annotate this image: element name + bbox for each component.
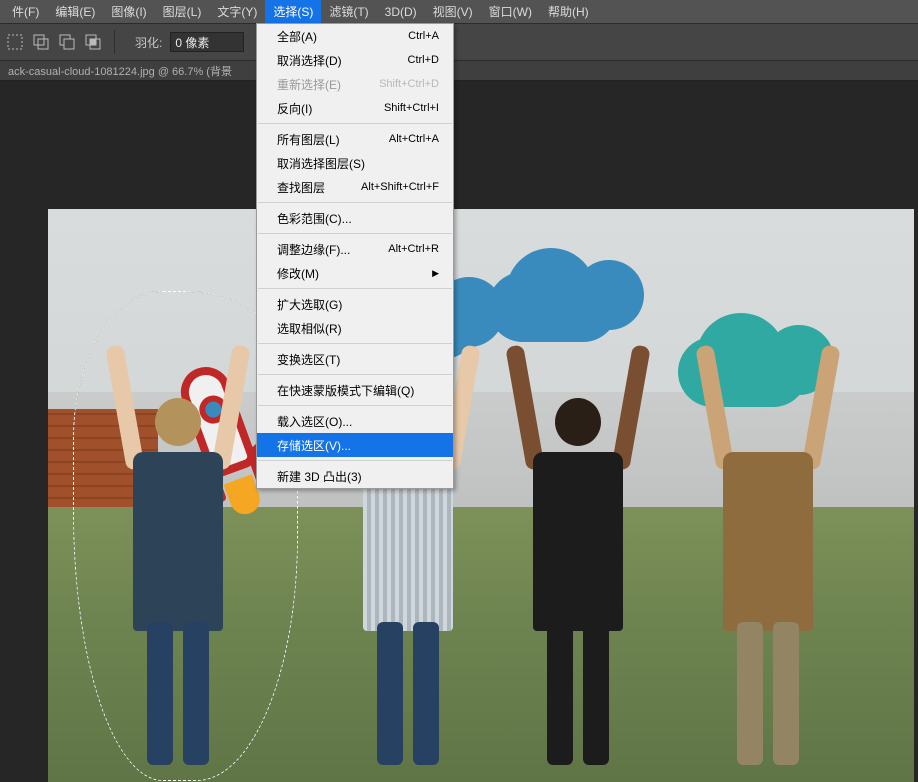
menu-item-shortcut: Ctrl+D: [408, 54, 439, 66]
selection-intersect-icon[interactable]: [82, 31, 104, 53]
menu-item-label: 新建 3D 凸出(3): [277, 468, 439, 485]
menu-item-label: 全部(A): [277, 28, 408, 45]
menu-item-shortcut: Shift+Ctrl+I: [384, 102, 439, 114]
menu-layer[interactable]: 图层(L): [155, 0, 210, 24]
image-person: [708, 318, 828, 765]
menu-window[interactable]: 窗口(W): [481, 0, 540, 24]
menu-item[interactable]: 取消选择(D)Ctrl+D: [257, 48, 453, 72]
menu-item-label: 调整边缘(F)...: [277, 241, 388, 258]
menu-item-label: 反向(I): [277, 100, 384, 117]
menu-filter[interactable]: 滤镜(T): [321, 0, 376, 24]
menu-item-label: 载入选区(O)...: [277, 413, 439, 430]
menu-item[interactable]: 全部(A)Ctrl+A: [257, 24, 453, 48]
menu-3d[interactable]: 3D(D): [377, 1, 425, 23]
workspace: [0, 81, 918, 782]
menu-item[interactable]: 取消选择图层(S): [257, 151, 453, 175]
menu-item[interactable]: 反向(I)Shift+Ctrl+I: [257, 96, 453, 120]
menu-item-shortcut: Shift+Ctrl+D: [379, 78, 439, 90]
menu-item: 重新选择(E)Shift+Ctrl+D: [257, 72, 453, 96]
menu-item[interactable]: 查找图层Alt+Shift+Ctrl+F: [257, 175, 453, 199]
image-person: [518, 318, 638, 765]
menu-item[interactable]: 新建 3D 凸出(3): [257, 464, 453, 488]
menu-image[interactable]: 图像(I): [103, 0, 154, 24]
menu-item-label: 存储选区(V)...: [277, 437, 439, 454]
menu-item-label: 所有图层(L): [277, 131, 389, 148]
canvas[interactable]: [48, 209, 914, 782]
menu-item[interactable]: 在快速蒙版模式下编辑(Q): [257, 378, 453, 402]
selection-subtract-icon[interactable]: [56, 31, 78, 53]
menu-item-label: 取消选择(D): [277, 52, 408, 69]
menu-item[interactable]: 所有图层(L)Alt+Ctrl+A: [257, 127, 453, 151]
menu-type[interactable]: 文字(Y): [209, 0, 265, 24]
menu-edit[interactable]: 编辑(E): [47, 0, 103, 24]
separator: [114, 30, 115, 54]
menu-item[interactable]: 存储选区(V)...: [257, 433, 453, 457]
menu-item[interactable]: 载入选区(O)...: [257, 409, 453, 433]
menu-item-shortcut: Alt+Ctrl+R: [388, 243, 439, 255]
menubar: 件(F) 编辑(E) 图像(I) 图层(L) 文字(Y) 选择(S) 滤镜(T)…: [0, 0, 918, 23]
menu-item-shortcut: Alt+Ctrl+A: [389, 133, 439, 145]
menu-help[interactable]: 帮助(H): [540, 0, 597, 24]
menu-item-shortcut: Ctrl+A: [408, 30, 439, 42]
menu-view[interactable]: 视图(V): [425, 0, 481, 24]
menu-item[interactable]: 修改(M): [257, 261, 453, 285]
menu-item-label: 扩大选取(G): [277, 296, 439, 313]
selection-new-icon[interactable]: [4, 31, 26, 53]
menu-item-label: 变换选区(T): [277, 351, 439, 368]
menu-item-label: 查找图层: [277, 179, 361, 196]
menu-item-label: 色彩范围(C)...: [277, 210, 439, 227]
menu-item[interactable]: 选取相似(R): [257, 316, 453, 340]
select-menu-dropdown: 全部(A)Ctrl+A取消选择(D)Ctrl+D重新选择(E)Shift+Ctr…: [256, 23, 454, 489]
menu-item-label: 在快速蒙版模式下编辑(Q): [277, 382, 439, 399]
menu-file[interactable]: 件(F): [4, 0, 47, 24]
menu-item[interactable]: 扩大选取(G): [257, 292, 453, 316]
menu-item-label: 重新选择(E): [277, 76, 379, 93]
menu-item-label: 选取相似(R): [277, 320, 439, 337]
menu-item[interactable]: 色彩范围(C)...: [257, 206, 453, 230]
feather-label: 羽化:: [135, 34, 162, 51]
menu-item-label: 修改(M): [277, 265, 426, 282]
options-bar: 羽化: 0 像素: [0, 23, 918, 61]
menu-item[interactable]: 变换选区(T): [257, 347, 453, 371]
menu-item-label: 取消选择图层(S): [277, 155, 439, 172]
selection-add-icon[interactable]: [30, 31, 52, 53]
menu-select[interactable]: 选择(S): [265, 0, 321, 24]
menu-item[interactable]: 调整边缘(F)...Alt+Ctrl+R: [257, 237, 453, 261]
document-tab-bar: ack-casual-cloud-1081224.jpg @ 66.7% (背景: [0, 61, 918, 81]
feather-input[interactable]: 0 像素: [170, 32, 244, 52]
menu-item-shortcut: Alt+Shift+Ctrl+F: [361, 181, 439, 193]
document-tab[interactable]: ack-casual-cloud-1081224.jpg @ 66.7% (背景: [8, 63, 232, 79]
